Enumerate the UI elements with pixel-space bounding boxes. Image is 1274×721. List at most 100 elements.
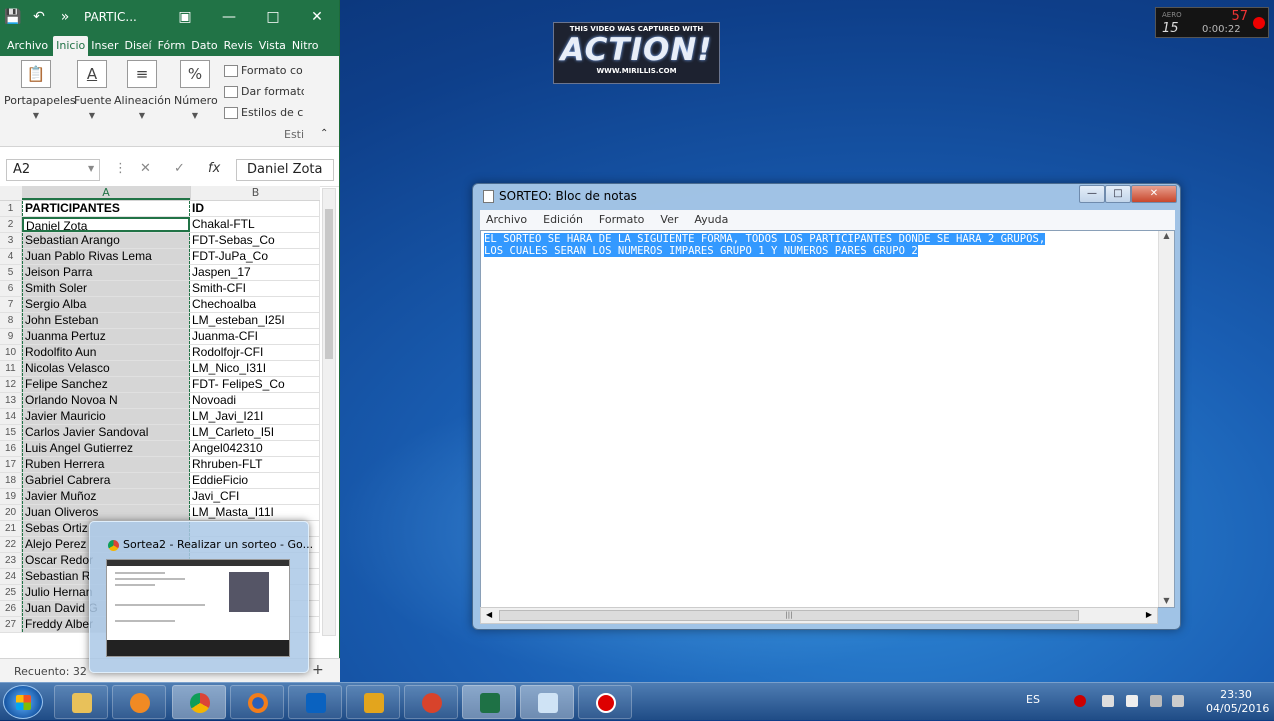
row-number[interactable]: 7: [0, 297, 22, 312]
cell-b[interactable]: FDT- FelipeS_Co: [190, 377, 320, 392]
row-number[interactable]: 17: [0, 457, 22, 472]
taskbar-excel[interactable]: [462, 685, 516, 719]
row-number[interactable]: 23: [0, 553, 22, 568]
taskbar-notepad[interactable]: [520, 685, 574, 719]
scroll-right-icon[interactable]: ▶: [1146, 610, 1152, 619]
close-button[interactable]: ✕: [295, 9, 339, 25]
preview-image[interactable]: [106, 559, 290, 657]
taskbar-media-player[interactable]: [112, 685, 166, 719]
row-number[interactable]: 2: [0, 217, 22, 232]
notepad-vertical-scrollbar[interactable]: ▲ ▼: [1158, 231, 1174, 607]
column-header-a[interactable]: A: [22, 186, 190, 200]
cell-b[interactable]: Juanma-CFI: [190, 329, 320, 344]
cell-b[interactable]: FDT-JuPa_Co: [190, 249, 320, 264]
row-number[interactable]: 18: [0, 473, 22, 488]
cell-a[interactable]: Nicolas Velasco: [22, 361, 190, 376]
action-tray-icon[interactable]: [1074, 695, 1086, 707]
menu-ver[interactable]: Ver: [660, 213, 678, 227]
maximize-button[interactable]: □: [251, 9, 295, 25]
cell-styles-item[interactable]: Estilos de c: [224, 102, 304, 123]
row-number[interactable]: 10: [0, 345, 22, 360]
taskbar-chrome[interactable]: [172, 685, 226, 719]
row-number[interactable]: 1: [0, 201, 22, 216]
close-button[interactable]: ✕: [1131, 185, 1177, 203]
taskbar-firefox[interactable]: [230, 685, 284, 719]
scroll-up-icon[interactable]: ▲: [1159, 231, 1174, 240]
row-number[interactable]: 22: [0, 537, 22, 552]
row-number[interactable]: 5: [0, 265, 22, 280]
menu-ayuda[interactable]: Ayuda: [694, 213, 728, 227]
cell-b[interactable]: Rhruben-FLT: [190, 457, 320, 472]
cell-b[interactable]: Novoadi: [190, 393, 320, 408]
maximize-button[interactable]: □: [1105, 185, 1131, 203]
minimize-button[interactable]: —: [1079, 185, 1105, 203]
tab-insertar[interactable]: Inser: [88, 39, 121, 56]
vertical-scrollbar[interactable]: [322, 188, 336, 636]
clock[interactable]: 23:30 04/05/2016: [1206, 688, 1269, 716]
tab-datos[interactable]: Dato: [188, 39, 220, 56]
cancel-icon[interactable]: ✕: [140, 161, 151, 176]
notepad-horizontal-scrollbar[interactable]: ◀ ||| ▶: [480, 607, 1158, 624]
menu-edicion[interactable]: Edición: [543, 213, 583, 227]
cell-a[interactable]: Javier Muñoz: [22, 489, 190, 504]
cell-a[interactable]: Sebastian Arango: [22, 233, 190, 248]
start-button[interactable]: [3, 685, 43, 719]
cell-b[interactable]: LM_esteban_I25I: [190, 313, 320, 328]
cell-b[interactable]: Chechoalba: [190, 297, 320, 312]
cell-b[interactable]: LM_Carleto_I5I: [190, 425, 320, 440]
tab-nitro[interactable]: Nitro: [289, 39, 322, 56]
tab-archivo[interactable]: Archivo: [4, 39, 53, 56]
cell-a[interactable]: Juan Oliveros: [22, 505, 190, 520]
row-number[interactable]: 16: [0, 441, 22, 456]
cell-b[interactable]: Jaspen_17: [190, 265, 320, 280]
notepad-text-area[interactable]: EL SORTEO SE HARA DE LA SIGUIENTE FORMA,…: [480, 230, 1175, 608]
notepad-window[interactable]: SORTEO: Bloc de notas — □ ✕ Archivo Edic…: [472, 183, 1181, 630]
selected-text[interactable]: EL SORTEO SE HARA DE LA SIGUIENTE FORMA,…: [484, 233, 1154, 257]
scroll-left-icon[interactable]: ◀: [486, 610, 492, 619]
tab-revisar[interactable]: Revis: [221, 39, 256, 56]
row-number[interactable]: 8: [0, 313, 22, 328]
cell-a[interactable]: Daniel Zota: [22, 217, 190, 232]
select-all-corner[interactable]: [0, 186, 22, 200]
row-number[interactable]: 20: [0, 505, 22, 520]
formula-input[interactable]: Daniel Zota: [236, 159, 334, 181]
alignment-group[interactable]: ≡ Alineación ▼: [114, 60, 171, 140]
function-icon[interactable]: fx: [208, 161, 220, 176]
tab-diseno[interactable]: Diseí: [121, 39, 154, 56]
menu-formato[interactable]: Formato: [599, 213, 645, 227]
cell-a[interactable]: Smith Soler: [22, 281, 190, 296]
number-group[interactable]: % Número ▼: [174, 60, 218, 140]
cell-a[interactable]: Sergio Alba: [22, 297, 190, 312]
row-number[interactable]: 25: [0, 585, 22, 600]
cell-a[interactable]: Luis Angel Gutierrez: [22, 441, 190, 456]
scroll-thumb[interactable]: [325, 209, 333, 359]
taskbar-outlook[interactable]: [288, 685, 342, 719]
cell-b[interactable]: LM_Javi_I21I: [190, 409, 320, 424]
row-number[interactable]: 26: [0, 601, 22, 616]
taskbar-ccleaner[interactable]: [404, 685, 458, 719]
row-number[interactable]: 14: [0, 409, 22, 424]
cell-a[interactable]: Jeison Parra: [22, 265, 190, 280]
cell-b[interactable]: LM_Nico_I31I: [190, 361, 320, 376]
cell-b[interactable]: Javi_CFI: [190, 489, 320, 504]
row-number[interactable]: 13: [0, 393, 22, 408]
row-number[interactable]: 3: [0, 233, 22, 248]
row-number[interactable]: 27: [0, 617, 22, 632]
clipboard-group[interactable]: 📋 Portapapeles ▼: [4, 60, 76, 140]
cell-b[interactable]: Chakal-FTL: [190, 217, 320, 232]
name-box[interactable]: A2: [6, 159, 100, 181]
row-number[interactable]: 21: [0, 521, 22, 536]
row-number[interactable]: 24: [0, 569, 22, 584]
cell-b[interactable]: Angel042310: [190, 441, 320, 456]
collapse-ribbon-icon[interactable]: ⌃: [320, 128, 328, 139]
row-number[interactable]: 9: [0, 329, 22, 344]
taskbar-action-recorder[interactable]: [578, 685, 632, 719]
cell-a[interactable]: Gabriel Cabrera: [22, 473, 190, 488]
row-number[interactable]: 12: [0, 377, 22, 392]
cell-a[interactable]: Juan Pablo Rivas Lema: [22, 249, 190, 264]
cell-b[interactable]: FDT-Sebas_Co: [190, 233, 320, 248]
minimize-button[interactable]: —: [207, 9, 251, 25]
font-group[interactable]: A Fuente ▼: [74, 60, 112, 140]
cell-a[interactable]: Orlando Novoa N: [22, 393, 190, 408]
scroll-thumb[interactable]: |||: [499, 610, 1079, 621]
